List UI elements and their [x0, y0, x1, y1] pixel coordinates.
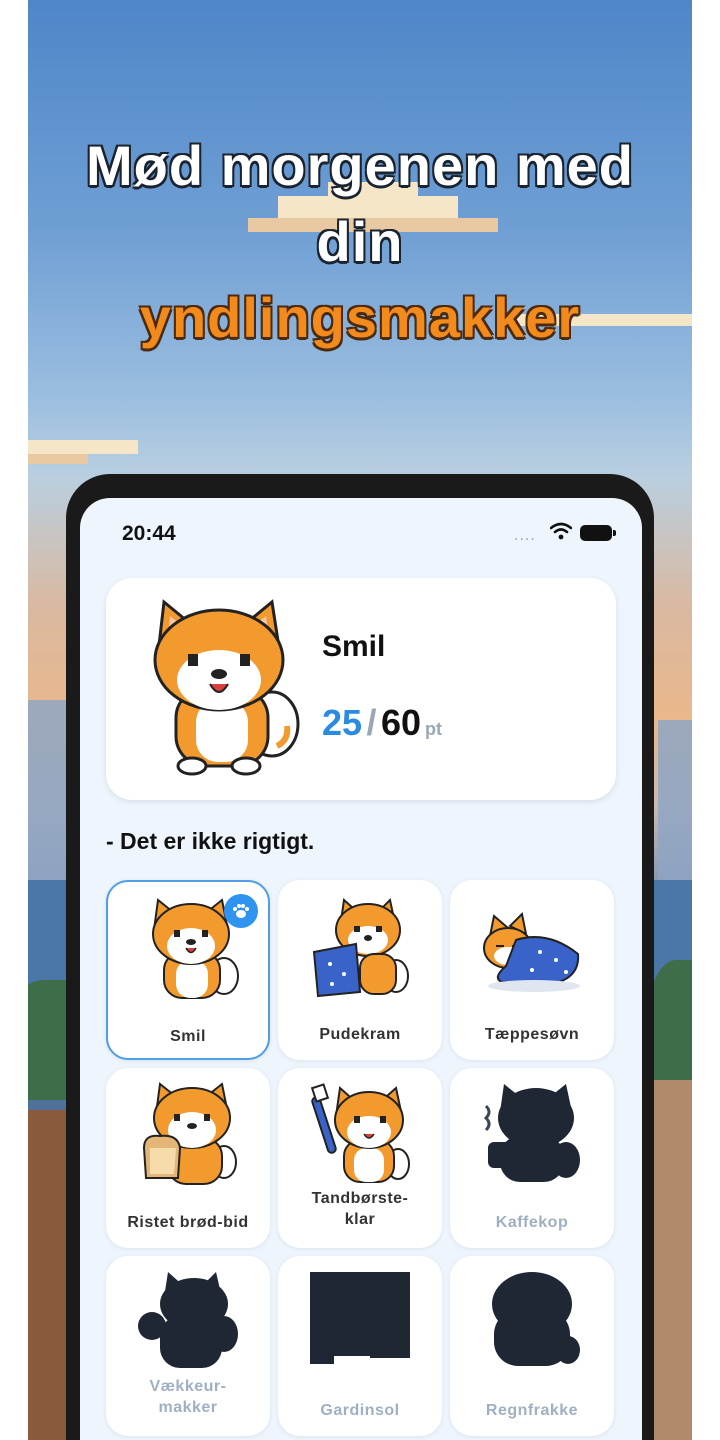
collection-item-label: Regnfrakke [485, 1402, 579, 1419]
shiba-toothbrush-icon [310, 1083, 410, 1183]
collection-item-regnfrakke[interactable]: Regnfrakke [450, 1256, 614, 1436]
score-separator: / [366, 702, 377, 743]
collection-item-ristet-broed-bid[interactable]: Ristet brød-bid [106, 1068, 270, 1248]
collection-item-label: Tæppesøvn [484, 1026, 580, 1043]
collection-item-gardinsol[interactable]: Gardinsol [278, 1256, 442, 1436]
paw-icon [224, 894, 258, 928]
score-unit: pt [425, 719, 443, 739]
collection-item-label: Tandbørste- klar [311, 1190, 409, 1228]
wifi-icon [550, 522, 572, 540]
silhouette-curtain-icon [310, 1272, 410, 1364]
silhouette-alarm-icon [138, 1272, 238, 1368]
collection-item-label: Smil [170, 1028, 206, 1045]
collection-item-label: Pudekram [319, 1026, 401, 1043]
silhouette-coffee-icon [483, 1084, 580, 1182]
collection-item-label: Ristet brød-bid [127, 1214, 249, 1231]
promo-headline: Mød morgenen med din yndlingsmakker [28, 128, 692, 356]
current-pet-card[interactable]: Smil 25 / 60 pt [106, 578, 616, 800]
pet-score: 25 / 60 pt [322, 702, 442, 744]
collection-item-label: Kaffekop [495, 1214, 569, 1231]
shiba-sitting-icon [153, 599, 300, 776]
score-current: 25 [322, 702, 363, 743]
phone-screen: 20:44 ···· Smil 25 / 60 pt - Det er ikke… [80, 498, 642, 1440]
silhouette-raincoat-icon [492, 1272, 580, 1366]
shiba-toast-icon [142, 1082, 237, 1185]
headline-highlight: yndlingsmakker [139, 286, 581, 349]
score-max: 60 [380, 702, 422, 743]
collection-item-pudekram[interactable]: Pudekram [278, 880, 442, 1060]
collection-item-taeppesoevn[interactable]: Tæppesøvn [450, 880, 614, 1060]
status-time: 20:44 [122, 522, 176, 545]
collection-item-label: Gardinsol [320, 1402, 400, 1419]
collection-item-label: Vækkeur- makker [149, 1378, 227, 1416]
headline-line-1: Mød morgenen med [85, 134, 635, 197]
headline-line-2: din [316, 210, 404, 273]
pet-quote: - Det er ikke rigtigt. [106, 828, 315, 854]
current-pet-name: Smil [322, 630, 386, 663]
shiba-blanket-icon [483, 911, 580, 992]
battery-icon [580, 525, 616, 541]
signal-dots-icon: ···· [514, 532, 536, 548]
shiba-pillow-icon [312, 897, 409, 998]
collection-item-kaffekop[interactable]: Kaffekop [450, 1068, 614, 1248]
status-bar: 20:44 ···· [80, 498, 642, 558]
collection-item-smil[interactable]: Smil [106, 880, 270, 1060]
collection-item-tandboerste-klar[interactable]: Tandbørste- klar [278, 1068, 442, 1248]
collection-item-vaekkeur-makker[interactable]: Vækkeur- makker [106, 1256, 270, 1436]
